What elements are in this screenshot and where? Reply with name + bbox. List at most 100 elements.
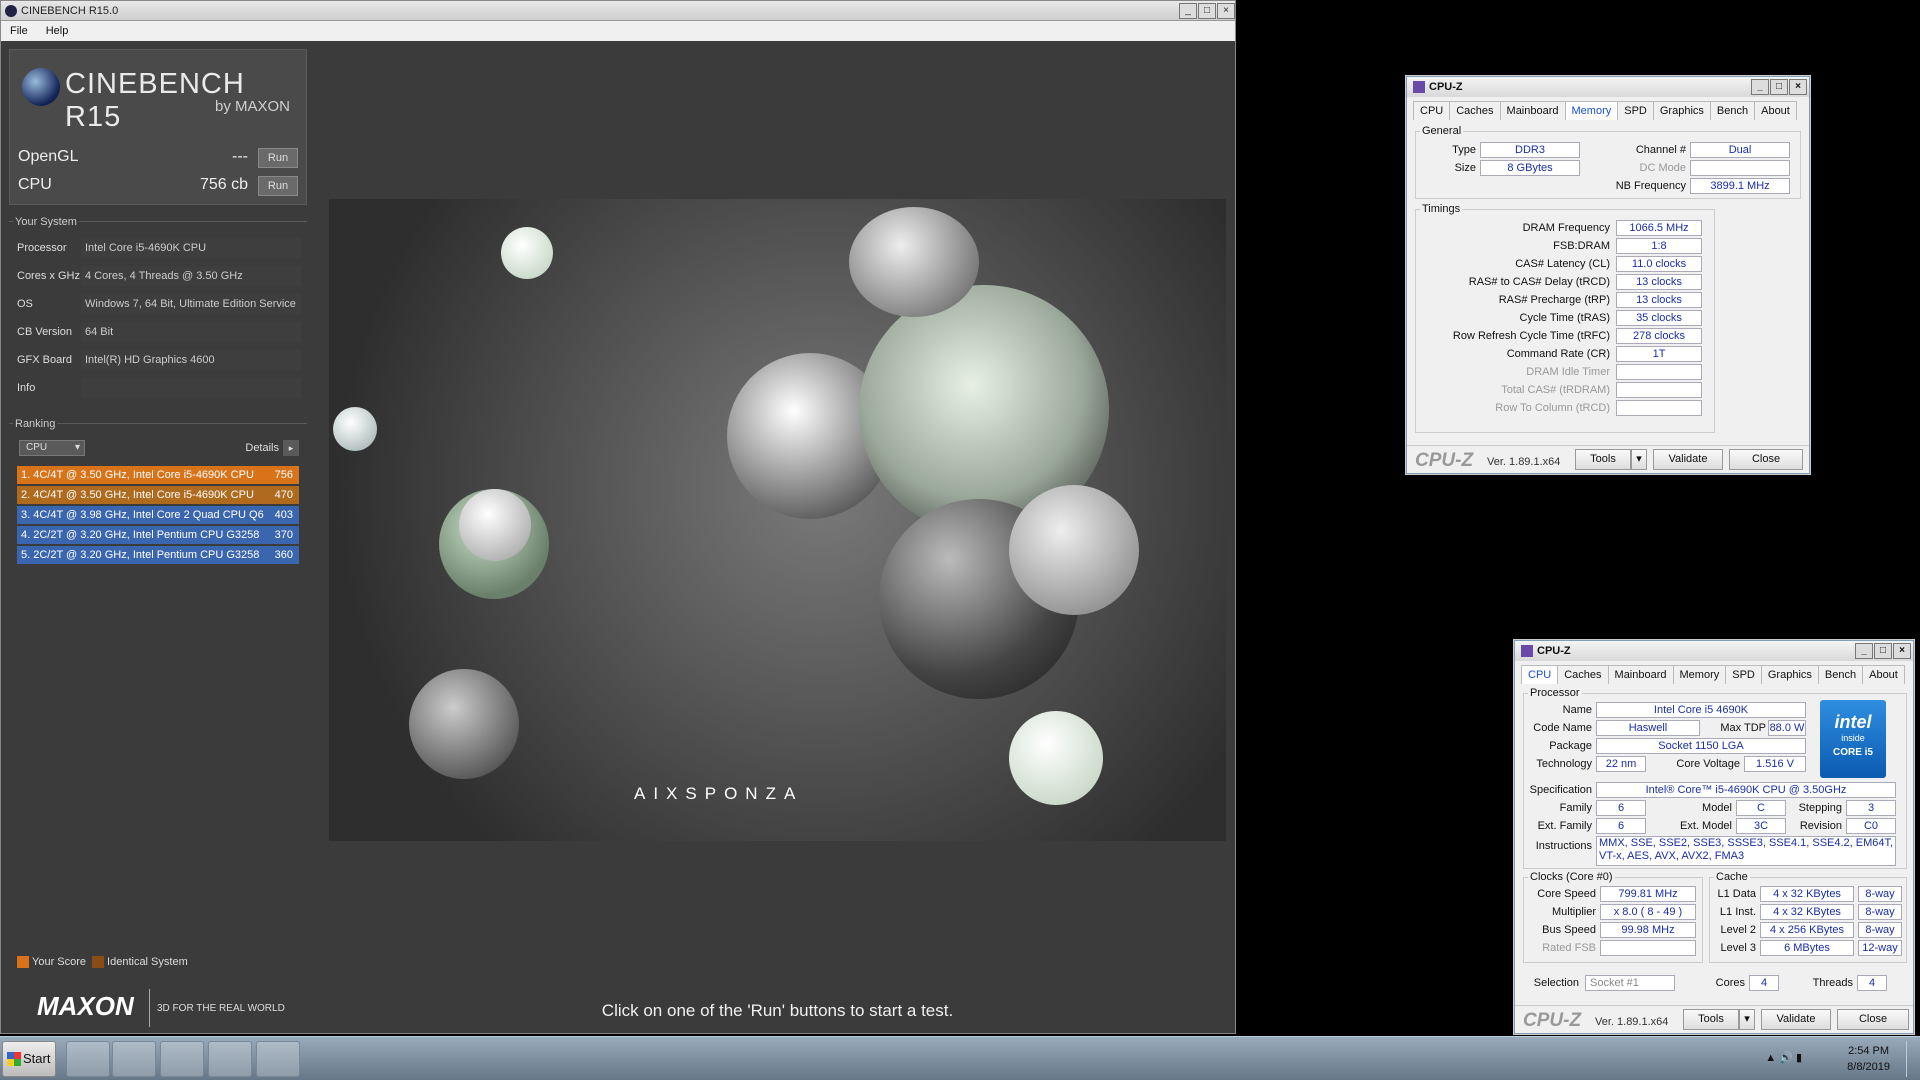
sys-value: Intel Core i5-4690K CPU — [81, 238, 301, 258]
cpuz-logo: CPU-Z — [1415, 450, 1474, 471]
tools-button[interactable]: Tools — [1683, 1009, 1739, 1030]
tab-cpu[interactable]: CPU — [1413, 101, 1451, 120]
cpuz-app-icon — [1413, 81, 1425, 93]
ranking-score: 360 — [274, 549, 293, 561]
maxon-divider — [149, 989, 150, 1027]
extfamily-value: 6 — [1596, 818, 1646, 834]
maximize-button[interactable]: □ — [1874, 643, 1892, 659]
tab-cpu[interactable]: CPU — [1521, 665, 1559, 684]
render-viewport: AIXSPONZA — [329, 199, 1226, 841]
close-button[interactable]: Close — [1729, 449, 1803, 470]
clock[interactable]: 2:54 PM 8/8/2019 — [1847, 1043, 1890, 1075]
render-brand: AIXSPONZA — [634, 784, 804, 803]
tab-bench[interactable]: Bench — [1709, 101, 1756, 120]
sys-key: CB Version — [17, 326, 73, 338]
window-title: CINEBENCH R15.0 — [21, 4, 119, 17]
cpuz-memory-window: CPU-Z _ □ × CPU Caches Mainboard Memory … — [1406, 76, 1810, 474]
cpu-run-button[interactable]: Run — [258, 176, 298, 196]
corespeed-value: 799.81 MHz — [1600, 886, 1696, 902]
maximize-button[interactable]: □ — [1198, 2, 1216, 19]
opengl-run-button[interactable]: Run — [258, 148, 298, 168]
tab-mainboard[interactable]: Mainboard — [1607, 665, 1674, 684]
maxon-tagline: 3D FOR THE REAL WORLD — [157, 1003, 285, 1014]
details-label[interactable]: Details — [245, 442, 279, 454]
cpuz-taskbar-icon[interactable] — [256, 1041, 300, 1077]
ranking-item[interactable]: 2. 4C/4T @ 3.50 GHz, Intel Core i5-4690K… — [17, 486, 299, 504]
tab-caches[interactable]: Caches — [1557, 665, 1609, 684]
close-button[interactable]: × — [1789, 79, 1807, 95]
timing-value: 1T — [1616, 346, 1702, 362]
ranking-legend: Your Score Identical System — [17, 956, 188, 968]
tab-memory[interactable]: Memory — [1672, 665, 1727, 684]
cpuz-titlebar[interactable]: CPU-Z _ □ × — [1515, 641, 1913, 661]
tab-bench[interactable]: Bench — [1817, 665, 1864, 684]
ranking-label: 2. 4C/4T @ 3.50 GHz, Intel Core i5-4690K… — [21, 489, 254, 501]
timing-value — [1616, 400, 1702, 416]
timing-value: 13 clocks — [1616, 274, 1702, 290]
tools-dropdown-icon[interactable]: ▾ — [1739, 1009, 1755, 1030]
extfamily-label: Ext. Family — [1537, 820, 1592, 832]
threads-value: 4 — [1857, 975, 1887, 991]
menu-file[interactable]: File — [1, 25, 37, 37]
l3-value: 6 MBytes — [1760, 940, 1854, 956]
render-sphere — [1009, 711, 1103, 805]
busspeed-value: 99.98 MHz — [1600, 922, 1696, 938]
ratedfsb-value — [1600, 940, 1696, 956]
tab-memory[interactable]: Memory — [1564, 101, 1619, 120]
model-label: Model — [1702, 802, 1732, 814]
tools-dropdown-icon[interactable]: ▾ — [1631, 449, 1647, 470]
minimize-button[interactable]: _ — [1751, 79, 1769, 95]
tab-about[interactable]: About — [1754, 101, 1797, 120]
tray-icons[interactable]: ▲ 🔊 ▮ — [1765, 1051, 1802, 1064]
explorer-icon[interactable] — [66, 1041, 110, 1077]
technology-value: 22 nm — [1596, 756, 1646, 772]
menu-help[interactable]: Help — [37, 25, 78, 37]
cinebench-taskbar-icon[interactable] — [208, 1041, 252, 1077]
package-label: Package — [1549, 740, 1592, 752]
start-button[interactable]: Start — [2, 1041, 56, 1077]
cinebench-titlebar[interactable]: CINEBENCH R15.0 _ □ × — [1, 1, 1235, 21]
cpuz-titlebar[interactable]: CPU-Z _ □ × — [1407, 77, 1809, 97]
media-player-icon[interactable] — [112, 1041, 156, 1077]
ratedfsb-label: Rated FSB — [1542, 942, 1596, 954]
tab-graphics[interactable]: Graphics — [1760, 665, 1819, 684]
tab-spd[interactable]: SPD — [1725, 665, 1762, 684]
details-arrow-icon[interactable]: ▸ — [283, 440, 299, 456]
ranking-item[interactable]: 4. 2C/2T @ 3.20 GHz, Intel Pentium CPU G… — [17, 526, 299, 544]
timing-label: Row Refresh Cycle Time (tRFC) — [1452, 330, 1610, 342]
your-score-swatch — [17, 956, 29, 968]
tab-spd[interactable]: SPD — [1617, 101, 1654, 120]
close-button[interactable]: × — [1893, 643, 1911, 659]
tools-button[interactable]: Tools — [1575, 449, 1631, 470]
cpuz-tabs: CPU Caches Mainboard Memory SPD Graphics… — [1521, 665, 1905, 684]
l1i-label: L1 Inst. — [1719, 906, 1756, 918]
render-sphere — [849, 207, 979, 317]
close-button[interactable]: × — [1217, 2, 1235, 19]
cores-label: Cores — [1715, 977, 1745, 989]
ranking-dropdown[interactable]: CPU ▾ — [19, 440, 85, 456]
intel-core-text: CORE i5 — [1832, 747, 1873, 758]
timing-label: RAS# Precharge (tRP) — [1498, 294, 1610, 306]
validate-button[interactable]: Validate — [1653, 449, 1723, 470]
chrome-icon[interactable] — [160, 1041, 204, 1077]
close-button[interactable]: Close — [1837, 1009, 1909, 1030]
ranking-item[interactable]: 1. 4C/4T @ 3.50 GHz, Intel Core i5-4690K… — [17, 466, 299, 484]
ranking-item[interactable]: 5. 2C/2T @ 3.20 GHz, Intel Pentium CPU G… — [17, 546, 299, 564]
instructions-value: MMX, SSE, SSE2, SSE3, SSSE3, SSE4.1, SSE… — [1596, 836, 1896, 866]
show-desktop-button[interactable] — [1906, 1041, 1920, 1077]
minimize-button[interactable]: _ — [1855, 643, 1873, 659]
tab-mainboard[interactable]: Mainboard — [1499, 101, 1566, 120]
selection-dropdown[interactable]: Socket #1 — [1585, 975, 1675, 991]
sys-key: Info — [17, 382, 36, 394]
timing-value — [1616, 364, 1702, 380]
info-field[interactable] — [81, 378, 301, 398]
cpuz-title: CPU-Z — [1429, 81, 1463, 93]
ranking-item[interactable]: 3. 4C/4T @ 3.98 GHz, Intel Core 2 Quad C… — [17, 506, 299, 524]
tab-caches[interactable]: Caches — [1449, 101, 1501, 120]
multiplier-value: x 8.0 ( 8 - 49 ) — [1600, 904, 1696, 920]
maximize-button[interactable]: □ — [1770, 79, 1788, 95]
validate-button[interactable]: Validate — [1761, 1009, 1831, 1030]
tab-about[interactable]: About — [1862, 665, 1905, 684]
minimize-button[interactable]: _ — [1179, 2, 1197, 19]
tab-graphics[interactable]: Graphics — [1652, 101, 1711, 120]
